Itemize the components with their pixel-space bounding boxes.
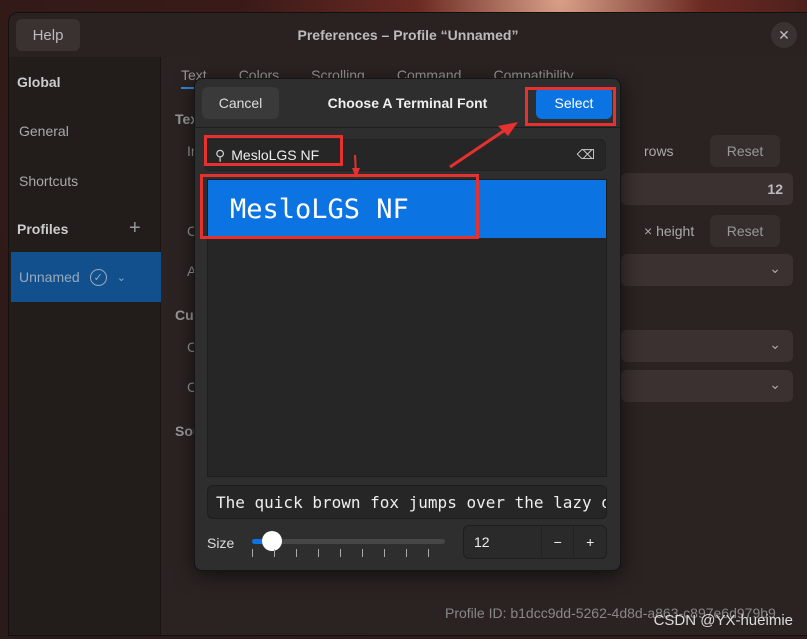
annotation-arrows (352, 122, 518, 178)
watermark: CSDN @YX-hueimie (653, 612, 793, 629)
